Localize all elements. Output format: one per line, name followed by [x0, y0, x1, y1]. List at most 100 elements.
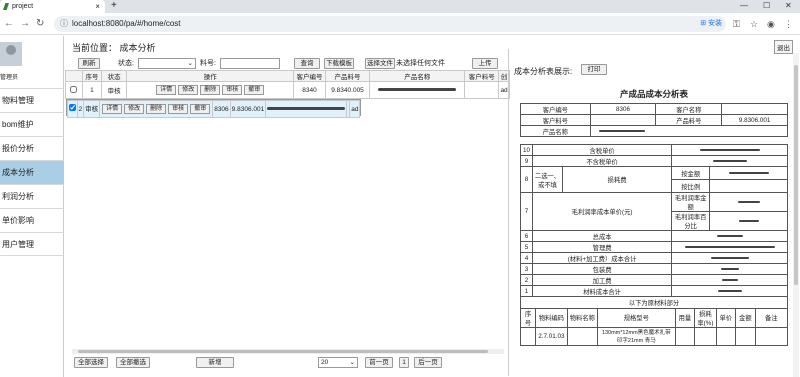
row-total-cost: 总成本: [531, 230, 673, 242]
row-subtotal: (材料+加工费）成本合计: [531, 252, 673, 264]
raw-material-table: 以下为原材料部分 序号 物料编码 物料名称 规格型号 用量 损耗率(%) 单价 …: [520, 297, 788, 346]
sidebar-item-users[interactable]: 用户管理: [0, 232, 64, 256]
install-app-button[interactable]: ⊞ 安装: [700, 18, 722, 30]
raw-section-label: 以下为原材料部分: [520, 297, 788, 309]
raw-code: 2.7.01.03: [535, 326, 568, 346]
product-name-redacted: [589, 125, 788, 137]
sidebar-item-cost[interactable]: 成本分析: [0, 160, 64, 184]
edit-button[interactable]: 修改: [178, 85, 199, 95]
profile-icon[interactable]: ◉: [767, 18, 775, 30]
reload-icon[interactable]: ↻: [36, 17, 44, 31]
site-info-icon[interactable]: ⓘ: [60, 16, 68, 32]
sidebar: 管理员 物料管理 bom维护 报价分析 成本分析 利润分析 单价影响 用户管理: [0, 36, 64, 377]
row-packaging: 包装费: [531, 263, 673, 275]
table-header: 序号 状态 操作 客户编号 产品料号 产品名称 客户料号 创: [65, 70, 510, 82]
prev-page-button[interactable]: 前一页: [365, 357, 393, 368]
sidebar-item-quote[interactable]: 报价分析: [0, 136, 64, 160]
customer-no-label: 客户编号: [520, 103, 591, 115]
row-part: 9.8306.001: [229, 100, 267, 118]
page-number[interactable]: 1: [399, 357, 409, 368]
chevron-down-icon: ⌄: [187, 60, 193, 67]
table-row[interactable]: 2 审核 详情 修改 删除 审核 撤审 8306 9.8306.001 ad: [65, 99, 362, 118]
avatar: [0, 42, 22, 66]
maximize-icon[interactable]: ☐: [763, 0, 770, 12]
row-cust-part: [464, 81, 500, 99]
row-loss-fee: 损耗费: [561, 166, 673, 193]
select-all-button[interactable]: 全部选择: [74, 357, 108, 368]
file-status: 未选择任何文件: [396, 60, 445, 67]
col-status: 状态: [100, 70, 128, 82]
material-input[interactable]: [220, 58, 280, 69]
deselect-all-button[interactable]: 全部撤选: [116, 357, 150, 368]
address-bar-row: ← → ↻ ⓘ localhost:8080/pa/#/home/cost ⊞ …: [0, 13, 800, 35]
key-icon[interactable]: ⚿: [733, 18, 740, 30]
row-processing: 加工费: [531, 274, 673, 286]
sidebar-item-profit[interactable]: 利润分析: [0, 184, 64, 208]
col-no: 序号: [81, 70, 102, 82]
next-page-button[interactable]: 后一页: [414, 357, 442, 368]
detail-button[interactable]: 详情: [102, 104, 123, 114]
sidebar-item-price-impact[interactable]: 单价影响: [0, 208, 64, 232]
delete-button[interactable]: 删除: [146, 104, 167, 114]
row-customer: 8306: [212, 100, 231, 118]
unapprove-button[interactable]: 撤审: [244, 85, 265, 95]
row-customer: 8340: [293, 81, 326, 99]
report-panel-label: 成本分析表展示:: [514, 67, 573, 76]
more-menu-icon[interactable]: ⋮: [784, 18, 793, 30]
print-button[interactable]: 打印: [581, 64, 607, 75]
cost-report: 产成品成本分析表 客户编号 8306 客户名称 客户料号 产品料号 9.8306…: [520, 84, 788, 377]
bookmark-star-icon[interactable]: ☆: [750, 18, 758, 30]
breadcrumb: 当前位置： 成本分析: [72, 43, 156, 53]
browser-tab[interactable]: project ×: [0, 0, 105, 13]
product-part-value: 9.8306.001: [721, 114, 788, 126]
table-row[interactable]: 1 审核 详情 修改 删除 审核 撤审 8340 9.8340.005 ad: [65, 81, 510, 99]
unapprove-button[interactable]: 撤审: [190, 104, 211, 114]
url-text: localhost:8080/pa/#/home/cost: [72, 19, 181, 28]
back-icon[interactable]: ←: [4, 17, 14, 31]
new-tab-button[interactable]: +: [111, 0, 117, 12]
approve-button[interactable]: 审核: [222, 85, 243, 95]
query-button[interactable]: 查询: [294, 58, 320, 69]
sidebar-item-material[interactable]: 物料管理: [0, 88, 64, 112]
minimize-icon[interactable]: —: [740, 0, 748, 12]
sidebar-item-bom[interactable]: bom维护: [0, 112, 64, 136]
col-actions: 操作: [126, 70, 295, 82]
close-window-icon[interactable]: ✕: [785, 0, 792, 12]
download-template-button[interactable]: 下载模板: [324, 58, 354, 69]
url-field[interactable]: ⓘ localhost:8080/pa/#/home/cost ⊞ 安装: [54, 16, 726, 32]
upload-button[interactable]: 上传: [472, 58, 498, 69]
choose-file-button[interactable]: 选择文件: [365, 58, 395, 69]
row-tax-price: 含税单价: [531, 144, 673, 156]
detail-button[interactable]: 详情: [156, 85, 177, 95]
row-no: 1: [81, 81, 102, 99]
row-checkbox[interactable]: [68, 104, 76, 111]
add-button[interactable]: 新增: [196, 357, 234, 368]
row-checkbox[interactable]: [70, 85, 78, 93]
logout-button[interactable]: 退出: [774, 40, 793, 54]
page-size-select[interactable]: 20 ⌄: [318, 357, 358, 368]
vertical-scrollbar[interactable]: [793, 53, 799, 377]
browser-tab-strip: project × + — ☐ ✕: [0, 0, 800, 13]
forward-icon[interactable]: →: [20, 17, 30, 31]
row-net-price: 不含税单价: [531, 155, 673, 167]
row-creator: ad: [349, 100, 361, 118]
status-select[interactable]: ⌄: [138, 58, 196, 69]
refresh-button[interactable]: 刷新: [78, 58, 100, 69]
report-title: 产成品成本分析表: [619, 89, 688, 99]
product-part-label: 产品料号: [655, 114, 723, 126]
approve-button[interactable]: 审核: [168, 104, 189, 114]
chevron-down-icon: ⌄: [349, 359, 355, 366]
delete-button[interactable]: 删除: [200, 85, 221, 95]
product-name-label: 产品名称: [520, 125, 591, 137]
row-no: 2: [76, 100, 85, 118]
edit-button[interactable]: 修改: [124, 104, 145, 114]
row-actions: 详情 修改 删除 审核 撤审: [126, 81, 295, 99]
cost-table: 序号 状态 操作 客户编号 产品料号 产品名称 客户料号 创 1 审核 详情 修改…: [65, 70, 510, 118]
customer-name-label: 客户名称: [655, 103, 723, 115]
row-status: 审核: [100, 81, 128, 99]
close-tab-icon[interactable]: ×: [95, 0, 100, 13]
customer-name-value: [721, 103, 788, 115]
col-part: 产品料号: [324, 70, 371, 82]
horizontal-scrollbar[interactable]: [72, 349, 504, 354]
panel-divider[interactable]: [508, 49, 509, 376]
